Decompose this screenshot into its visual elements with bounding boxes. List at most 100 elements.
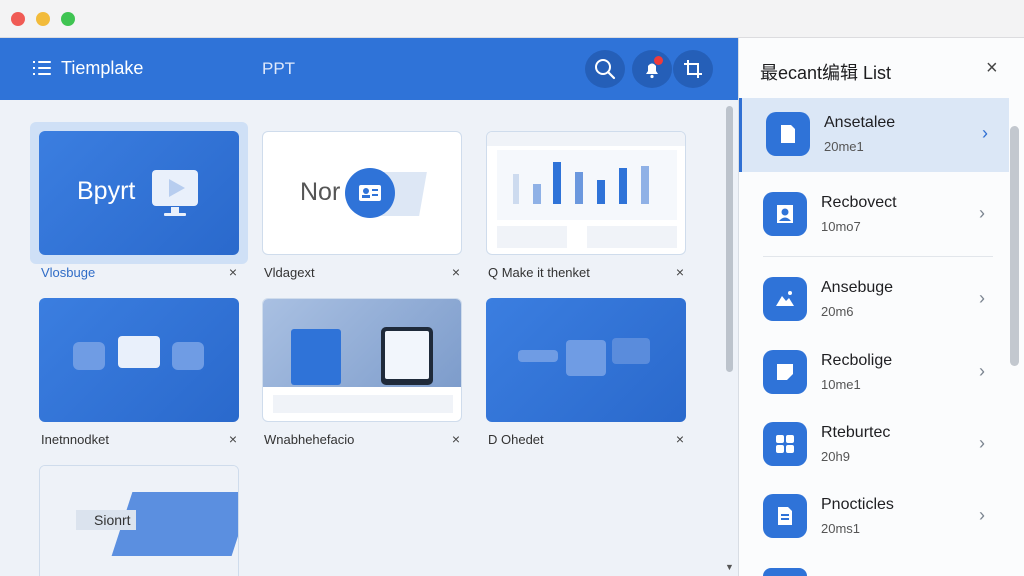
list-item-name: Ansetalee xyxy=(824,114,896,131)
chevron-right-icon: › xyxy=(979,203,985,223)
notifications-button[interactable] xyxy=(632,50,672,88)
remove-template-button[interactable]: × xyxy=(452,431,460,447)
remove-template-button[interactable]: × xyxy=(229,264,237,280)
mail-icon xyxy=(172,342,204,370)
panel-scrollbar[interactable] xyxy=(1010,126,1019,366)
remove-template-button[interactable]: × xyxy=(676,431,684,447)
contact-card-icon xyxy=(345,168,395,218)
user-icon xyxy=(763,192,807,236)
list-item[interactable]: Rteburtec 20h9 › xyxy=(739,408,1009,482)
main-area: Tiemplake PPT Bpyrt Vlosbuge × Nor Vldag… xyxy=(0,38,738,576)
template-thumbnail[interactable] xyxy=(486,298,686,422)
chevron-right-icon: › xyxy=(979,433,985,453)
template-thumbnail[interactable]: Sionrt xyxy=(39,465,239,576)
grid-shape xyxy=(612,338,650,364)
folder-icon xyxy=(73,342,105,370)
template-thumbnail[interactable] xyxy=(262,298,462,422)
template-thumbnail[interactable] xyxy=(486,131,686,255)
list-item[interactable]: Recbolige 10me1 › xyxy=(739,336,1009,410)
thumbnail-bar xyxy=(553,162,561,204)
list-item-name: Pnocticles xyxy=(821,496,894,513)
thumbnail-topbar xyxy=(487,132,685,146)
thumbnail-shape xyxy=(518,350,558,362)
template-caption: Wnabhehefacio xyxy=(264,432,355,447)
section-label[interactable]: PPT xyxy=(262,59,295,79)
close-panel-button[interactable]: × xyxy=(986,57,998,80)
grid-icon xyxy=(763,422,807,466)
chevron-right-icon: › xyxy=(979,288,985,308)
document-icon xyxy=(766,112,810,156)
maximize-window-button[interactable] xyxy=(61,12,75,26)
list-item-name: Rteburtec xyxy=(821,424,891,441)
thumbnail-panel xyxy=(273,395,453,413)
main-scrollbar[interactable]: ▼ xyxy=(723,100,735,576)
template-caption: D Ohedet xyxy=(488,432,544,447)
mail-icon xyxy=(566,340,606,376)
list-item-time: 20me1 xyxy=(824,139,864,154)
crop-button[interactable] xyxy=(673,50,713,88)
notification-badge xyxy=(654,56,663,65)
monitor-icon xyxy=(118,336,160,368)
thumbnail-bar xyxy=(597,180,605,204)
search-icon xyxy=(595,59,616,80)
template-grid: Bpyrt Vlosbuge × Nor Vldagext × Q Make i… xyxy=(0,100,720,576)
list-item-time: 20ms1 xyxy=(821,521,861,536)
list-item-name: Ansebuge xyxy=(821,279,894,296)
app-title: Tiemplake xyxy=(61,58,144,78)
recent-list-panel: 最ecant编辑 List × Ansetalee 20me1 › Recbov… xyxy=(738,38,1024,576)
list-item[interactable]: Recbovect 10mo7 › xyxy=(739,178,1009,252)
list-item[interactable]: Ansebuge 20m6 › xyxy=(739,263,1009,337)
scroll-down-arrow[interactable]: ▼ xyxy=(725,562,734,572)
close-window-button[interactable] xyxy=(11,12,25,26)
chevron-right-icon: › xyxy=(979,505,985,525)
list-item-time: 10mo7 xyxy=(821,219,861,234)
thumbnail-bar xyxy=(533,184,541,204)
remove-template-button[interactable]: × xyxy=(452,264,460,280)
app-window: Tiemplake PPT Bpyrt Vlosbuge × Nor Vldag… xyxy=(0,0,1024,576)
thumbnail-text: Bpyrt xyxy=(77,177,136,205)
list-item-name: Recbolige xyxy=(821,352,893,369)
list-item-time: 10me1 xyxy=(821,377,861,392)
template-thumbnail[interactable] xyxy=(39,298,239,422)
note-icon xyxy=(763,350,807,394)
thumbnail-chart-area xyxy=(497,150,677,220)
tablet-icon xyxy=(381,327,433,385)
list-item-partial xyxy=(763,568,807,576)
thumbnail-book xyxy=(291,329,341,385)
list-item[interactable]: Pnocticles 20ms1 › xyxy=(739,480,1009,554)
file-text-icon xyxy=(763,494,807,538)
list-item-time: 20m6 xyxy=(821,304,854,319)
template-thumbnail[interactable]: Bpyrt xyxy=(39,131,239,255)
list-item-time: 20h9 xyxy=(821,449,850,464)
panel-title: 最ecant编辑 List xyxy=(760,63,892,83)
remove-template-button[interactable]: × xyxy=(229,431,237,447)
search-button[interactable] xyxy=(585,50,625,88)
thumbnail-bar xyxy=(619,168,627,204)
thumbnail-text: Sionrt xyxy=(94,512,131,528)
chevron-right-icon: › xyxy=(982,123,988,143)
template-caption: Q Make it thenket xyxy=(488,265,590,280)
template-thumbnail[interactable]: Nor xyxy=(262,131,462,255)
list-item-name: Recbovect xyxy=(821,194,897,211)
thumbnail-panel xyxy=(497,226,567,248)
template-caption: Vlosbuge xyxy=(41,265,96,280)
thumbnail-bar xyxy=(641,166,649,204)
template-caption: Vldagext xyxy=(264,265,315,280)
thumbnail-panel xyxy=(587,226,677,248)
crop-icon xyxy=(684,60,702,78)
title-bar xyxy=(0,0,1024,38)
app-header: Tiemplake PPT xyxy=(0,38,738,100)
remove-template-button[interactable]: × xyxy=(676,264,684,280)
chevron-right-icon: › xyxy=(979,361,985,381)
list-divider xyxy=(763,256,993,257)
thumbnail-bar xyxy=(575,172,583,204)
list-item[interactable]: Ansetalee 20me1 › xyxy=(739,98,1009,172)
minimize-window-button[interactable] xyxy=(36,12,50,26)
monitor-icon xyxy=(152,170,198,216)
thumbnail-text: Nor xyxy=(300,178,341,206)
image-icon xyxy=(763,277,807,321)
scrollbar-thumb[interactable] xyxy=(726,106,733,372)
thumbnail-bar xyxy=(513,174,519,204)
template-caption: Inetnnodket xyxy=(41,432,109,447)
menu-icon[interactable] xyxy=(33,60,51,76)
